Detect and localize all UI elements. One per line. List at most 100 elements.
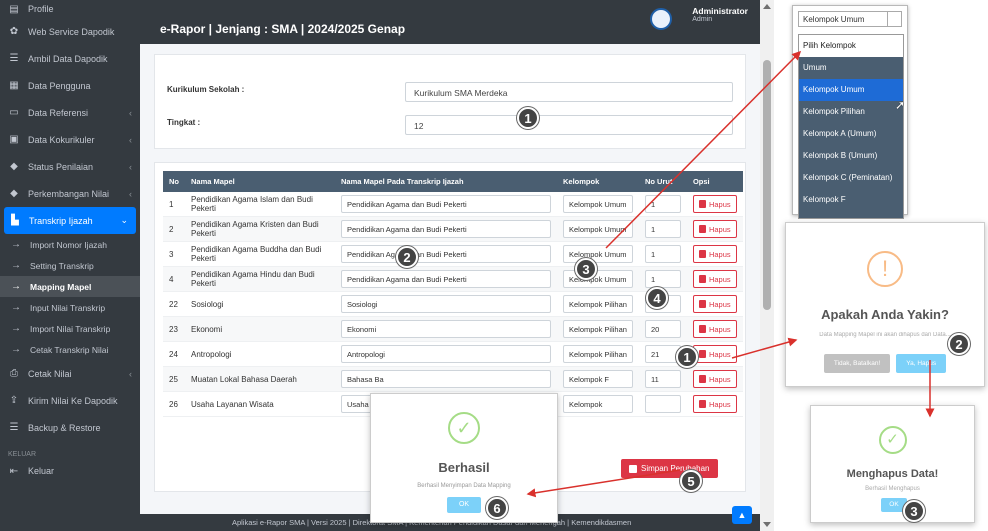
simpan-perubahan-button[interactable]: Simpan Perubahan bbox=[621, 459, 718, 478]
kelompok-option[interactable]: Pilih Kelompok bbox=[799, 35, 903, 57]
no-urut-input[interactable]: 1 bbox=[644, 220, 681, 238]
kelompok-option[interactable]: Kelompok F bbox=[799, 189, 903, 211]
row-transkrip-cell: Pendidikan Agama dan Budi Pekerti bbox=[335, 192, 557, 217]
sidebar-item-keluar[interactable]: ⇤ Keluar bbox=[0, 462, 140, 480]
kelompok-select[interactable]: Kelompok Umum bbox=[563, 245, 633, 263]
tut-wuri-logo bbox=[650, 8, 672, 30]
no-urut-input[interactable]: 20 bbox=[644, 320, 681, 338]
col-no-urut: No Urut bbox=[638, 171, 687, 192]
scroll-up-icon[interactable] bbox=[763, 4, 771, 9]
sidebar-item-cetak-nilai[interactable]: ⎙ Cetak Nilai ‹ bbox=[0, 360, 140, 387]
success-text: Berhasil Menyimpan Data Mapping bbox=[417, 483, 511, 489]
deleted-title: Menghapus Data! bbox=[846, 468, 939, 480]
step-badge-2b: 2 bbox=[948, 333, 970, 355]
sidebar-item-data-pengguna[interactable]: ▦ Data Pengguna bbox=[0, 72, 140, 99]
transkrip-input[interactable]: Bahasa Ba bbox=[341, 370, 551, 388]
sidebar-item-kirim-nilai[interactable]: ⇪ Kirim Nilai Ke Dapodik bbox=[0, 387, 140, 414]
step-badge-2: 2 bbox=[396, 246, 418, 268]
no-urut-input[interactable]: 11 bbox=[644, 370, 681, 388]
trash-icon bbox=[698, 350, 706, 358]
kelompok-option[interactable]: Kelompok C (Peminatan) bbox=[799, 167, 903, 189]
kurikulum-select[interactable]: Kurikulum SMA Merdeka bbox=[405, 82, 733, 102]
kelompok-option-selected[interactable]: Kelompok Umum bbox=[799, 79, 903, 101]
no-urut-input[interactable] bbox=[644, 395, 681, 413]
kelompok-select[interactable]: Kelompok Umum bbox=[563, 270, 633, 288]
sidebar-sub-import-nilai[interactable]: → Import Nilai Transkrip bbox=[0, 318, 140, 339]
board-icon: ▣ bbox=[9, 134, 19, 145]
no-urut-input[interactable]: 1 bbox=[644, 270, 681, 288]
transkrip-input[interactable]: Ekonomi bbox=[341, 320, 551, 338]
hapus-button[interactable]: Hapus bbox=[692, 320, 737, 338]
hapus-button[interactable]: Hapus bbox=[692, 345, 737, 363]
hapus-button[interactable]: Hapus bbox=[692, 245, 737, 263]
sidebar-item-profile[interactable]: ▤ Profile bbox=[0, 0, 140, 18]
chevron-left-icon: ‹ bbox=[129, 188, 132, 199]
trash-icon bbox=[698, 250, 706, 258]
sidebar-item-data-kokurikuler[interactable]: ▣ Data Kokurikuler ‹ bbox=[0, 126, 140, 153]
kelompok-select[interactable]: Kelompok Umum bbox=[563, 195, 633, 213]
sidebar-sub-setting-transkrip[interactable]: → Setting Transkrip bbox=[0, 255, 140, 276]
transkrip-input[interactable]: Pendidikan Agama dan Budi Pekerti bbox=[341, 245, 551, 263]
success-ok-button[interactable]: OK bbox=[447, 497, 481, 513]
confirm-delete-button[interactable]: Ya, Hapus bbox=[896, 354, 947, 373]
sidebar-item-web-service[interactable]: ✿ Web Service Dapodik bbox=[0, 18, 140, 45]
no-urut-input[interactable]: 1 bbox=[644, 195, 681, 213]
kelompok-select[interactable]: Kelompok F bbox=[563, 370, 633, 388]
database-icon: ☰ bbox=[9, 53, 19, 64]
kelompok-option[interactable]: Kelompok B (Umum) bbox=[799, 145, 903, 167]
hapus-button[interactable]: Hapus bbox=[692, 270, 737, 288]
kelompok-option[interactable]: Kelompok A (Umum) bbox=[799, 123, 903, 145]
user-role: Admin bbox=[692, 16, 713, 23]
kelompok-select[interactable]: Kelompok Pilihan bbox=[563, 320, 633, 338]
transkrip-input[interactable]: Sosiologi bbox=[341, 295, 551, 313]
transkrip-input[interactable]: Pendidikan Agama dan Budi Pekerti bbox=[341, 270, 551, 288]
dropdown-arrow[interactable] bbox=[887, 12, 901, 26]
kelompok-select[interactable]: Kelompok Pilihan bbox=[563, 295, 633, 313]
row-nama-mapel: Muatan Lokal Bahasa Daerah bbox=[185, 366, 335, 392]
kelompok-dropdown[interactable]: Kelompok Umum Pilih Kelompok Umum Kelomp… bbox=[792, 5, 908, 219]
transkrip-input[interactable]: Antropologi bbox=[341, 345, 551, 363]
row-no: 3 bbox=[163, 241, 185, 267]
row-kelompok-cell: Kelompok Umum bbox=[557, 216, 639, 242]
no-urut-input[interactable]: 1 bbox=[644, 245, 681, 263]
confirm-title: Apakah Anda Yakin? bbox=[821, 307, 949, 322]
hapus-button[interactable]: Hapus bbox=[692, 395, 737, 413]
sidebar-item-ambil-data[interactable]: ☰ Ambil Data Dapodik bbox=[0, 45, 140, 72]
kelompok-select[interactable]: Kelompok bbox=[563, 395, 633, 413]
sidebar-sub-import-nomor[interactable]: → Import Nomor Ijazah bbox=[0, 234, 140, 255]
transkrip-input[interactable]: Pendidikan Agama dan Budi Pekerti bbox=[341, 195, 551, 213]
kelompok-option[interactable]: Kelompok Pilihan bbox=[799, 101, 903, 123]
kelompok-option[interactable]: Umum bbox=[799, 57, 903, 79]
kelompok-select[interactable]: Kelompok Umum bbox=[563, 220, 633, 238]
sidebar-sub-mapping-mapel[interactable]: → Mapping Mapel bbox=[0, 276, 140, 297]
sidebar-item-data-referensi[interactable]: ▭ Data Referensi ‹ bbox=[0, 99, 140, 126]
sidebar-item-transkrip-ijazah[interactable]: ▙ Transkrip Ijazah ⌄ bbox=[4, 207, 136, 234]
trash-icon bbox=[698, 200, 706, 208]
hapus-button[interactable]: Hapus bbox=[692, 220, 737, 238]
row-kelompok-cell: Kelompok Umum bbox=[557, 192, 639, 217]
hapus-button[interactable]: Hapus bbox=[692, 295, 737, 313]
scroll-thumb[interactable] bbox=[763, 60, 771, 310]
hapus-button[interactable]: Hapus bbox=[692, 195, 737, 213]
user-menu[interactable]: Administrator Admin bbox=[692, 6, 748, 23]
arrow-right-icon: → bbox=[11, 302, 21, 313]
graduation-icon: ◆ bbox=[10, 161, 18, 172]
upload-icon: ⇪ bbox=[9, 395, 19, 406]
cancel-button[interactable]: Tidak, Batalkan! bbox=[823, 354, 891, 373]
sidebar-item-status-penilaian[interactable]: ◆ Status Penilaian ‹ bbox=[0, 153, 140, 180]
row-urut-cell: 20 bbox=[638, 316, 687, 342]
sidebar-sub-cetak-transkrip[interactable]: → Cetak Transkrip Nilai bbox=[0, 339, 140, 360]
scroll-down-icon[interactable] bbox=[763, 522, 771, 527]
trash-icon bbox=[698, 300, 706, 308]
deleted-check-icon: ✓ bbox=[878, 426, 907, 454]
sidebar-item-backup[interactable]: ☰ Backup & Restore bbox=[0, 414, 140, 441]
sidebar-sub-input-nilai[interactable]: → Input Nilai Transkrip bbox=[0, 297, 140, 318]
transkrip-input[interactable]: Pendidikan Agama dan Budi Pekerti bbox=[341, 220, 551, 238]
hapus-button[interactable]: Hapus bbox=[692, 370, 737, 388]
tingkat-select[interactable]: 12 bbox=[405, 115, 733, 135]
kelompok-select[interactable]: Kelompok Pilihan bbox=[563, 345, 633, 363]
scroll-top-button[interactable]: ▲ bbox=[732, 506, 752, 524]
kelompok-select-current[interactable]: Kelompok Umum bbox=[798, 11, 902, 27]
sidebar-item-perkembangan-nilai[interactable]: ◆ Perkembangan Nilai ‹ bbox=[0, 180, 140, 207]
page-scrollbar[interactable] bbox=[760, 0, 774, 531]
